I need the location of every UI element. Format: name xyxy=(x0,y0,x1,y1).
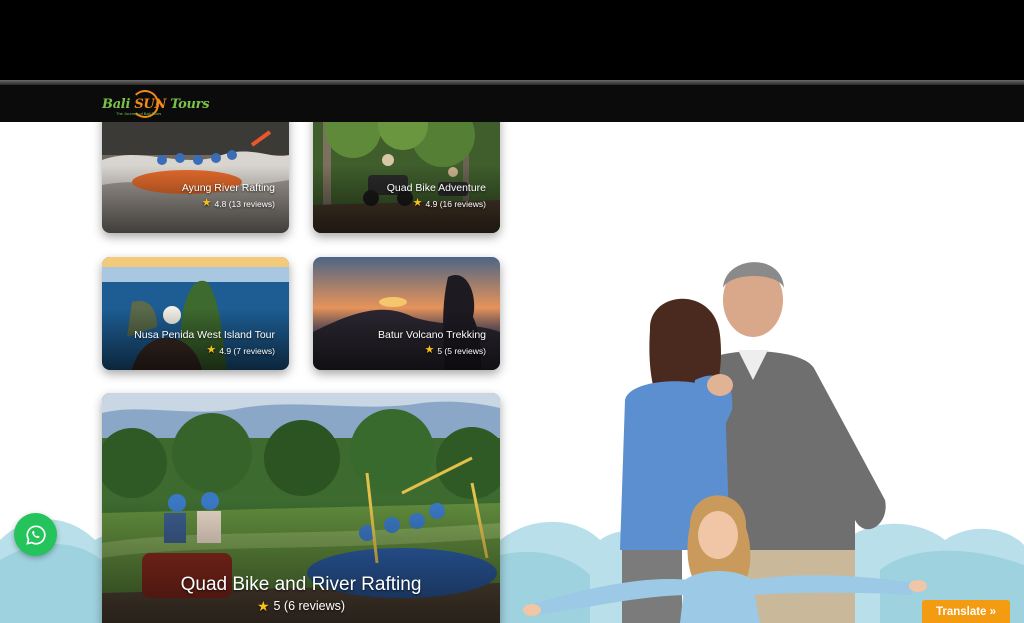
tour-card-batur-volcano-trekking[interactable]: Batur Volcano Trekking ★ 5 (5 reviews) xyxy=(313,257,500,370)
whatsapp-button[interactable] xyxy=(14,513,57,556)
tour-rating: ★ 5 (6 reviews) xyxy=(102,599,500,613)
tour-rating: ★ 4.8 (13 reviews) xyxy=(202,198,275,209)
tour-title: Nusa Penida West Island Tour xyxy=(134,329,275,341)
logo-tagline: The Journey of Bali Tours xyxy=(116,111,162,116)
tour-title: Batur Volcano Trekking xyxy=(378,329,486,341)
tour-card-quad-bike-adventure[interactable]: Quad Bike Adventure ★ 4.9 (16 reviews) xyxy=(313,110,500,233)
star-icon: ★ xyxy=(424,344,435,356)
star-icon: ★ xyxy=(412,197,423,209)
tour-title: Quad Bike and River Rafting xyxy=(180,574,422,595)
tour-rating-text: 5 (6 reviews) xyxy=(273,599,346,613)
star-icon: ★ xyxy=(206,344,217,356)
tour-title: Ayung River Rafting xyxy=(181,182,275,194)
page: Ayung River Rafting ★ 4.8 (13 reviews) Q… xyxy=(0,0,1024,623)
tour-rating-text: 4.8 (13 reviews) xyxy=(214,198,275,209)
tour-card-ayung-river-rafting[interactable]: Ayung River Rafting ★ 4.8 (13 reviews) xyxy=(102,110,289,233)
tour-card-quad-bike-and-river-rafting[interactable]: Quad Bike and River Rafting ★ 5 (6 revie… xyxy=(102,393,500,623)
tour-title: Quad Bike Adventure xyxy=(386,182,486,194)
tour-card-nusa-penida-west-island-tour[interactable]: Nusa Penida West Island Tour ★ 4.9 (7 re… xyxy=(102,257,289,370)
tour-rating: ★ 4.9 (7 reviews) xyxy=(206,345,275,356)
star-icon: ★ xyxy=(201,197,212,209)
family-image xyxy=(523,262,927,623)
tour-rating-text: 5 (5 reviews) xyxy=(437,345,486,356)
top-black-strip xyxy=(0,0,1024,80)
whatsapp-icon xyxy=(25,524,46,545)
logo[interactable]: Bali SUN Tours The Journey of Bali Tours xyxy=(102,90,210,118)
tour-rating-text: 4.9 (16 reviews) xyxy=(425,198,486,209)
tour-rating: ★ 4.9 (16 reviews) xyxy=(413,198,486,209)
site-header: Bali SUN Tours The Journey of Bali Tours xyxy=(0,85,1024,122)
tour-rating-text: 4.9 (7 reviews) xyxy=(219,345,275,356)
star-icon: ★ xyxy=(256,598,270,614)
tour-rating: ★ 5 (5 reviews) xyxy=(424,345,486,356)
translate-button[interactable]: Translate » xyxy=(922,600,1010,623)
